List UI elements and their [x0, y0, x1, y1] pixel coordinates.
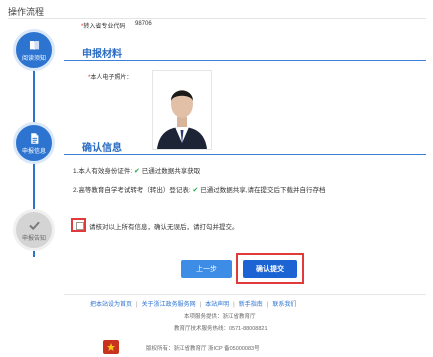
- photo-label: *本人电子照片：: [88, 72, 132, 81]
- transfer-major-code-label-text: 转入省专业代码: [83, 24, 126, 30]
- footer-service-provider: 本项服务提供：浙江省教育厅: [184, 314, 256, 320]
- confirm-id-status: 已通过数据共享获取: [141, 168, 201, 175]
- confirm-id-label: 1.本人有效身份证件:: [73, 168, 133, 175]
- confirm-transfer-form-status: 已通过数据共享,请在提交后下载并自行存档: [200, 187, 326, 194]
- footer-divider: [64, 294, 426, 295]
- footer-hotline: 教育厅技术服务热线：0571-88008821: [174, 326, 268, 332]
- person-portrait-icon: [153, 71, 211, 149]
- transfer-major-code-value: 98706: [135, 21, 152, 27]
- step-circle: 申报信息: [13, 122, 55, 164]
- book-icon: [29, 40, 39, 50]
- footer-link-statement[interactable]: 本站声明: [205, 302, 229, 308]
- transfer-major-code-label: *转入省专业代码: [81, 21, 125, 30]
- document-icon: [30, 132, 38, 144]
- agree-text: 请核对以上所有信息，确认无误后，请打勾并提交。: [89, 224, 239, 231]
- top-divider: [8, 18, 426, 19]
- step-circle: 阅读须知: [13, 29, 55, 71]
- step-application-info[interactable]: 申报信息: [12, 122, 56, 164]
- step-application-notice[interactable]: 申报告知: [12, 209, 56, 251]
- step-label: 申报告知: [21, 235, 46, 242]
- separator: |: [266, 302, 269, 308]
- step-circle: 申报告知: [13, 209, 55, 251]
- step-label: 申报信息: [21, 148, 46, 155]
- footer-link-contact[interactable]: 联系我们: [272, 302, 296, 308]
- photo-label-text: 本人电子照片：: [90, 75, 133, 81]
- confirm-submit-button[interactable]: 确认提交: [243, 260, 297, 278]
- check-circle-icon: ✔: [192, 187, 199, 194]
- footer-links: 把本站设为首页 | 关于浙江政务服务网 | 本站声明 | 新手指南 | 联系我们: [90, 299, 296, 308]
- section-title-materials: 申报材料: [82, 49, 122, 60]
- section-title-confirm: 确认信息: [82, 143, 122, 154]
- footer-link-about[interactable]: 关于浙江政务服务网: [142, 302, 196, 308]
- footer-link-set-homepage[interactable]: 把本站设为首页: [90, 302, 132, 308]
- separator: |: [136, 302, 138, 308]
- previous-step-button[interactable]: 上一步: [181, 260, 232, 278]
- check-circle-icon: ✔: [134, 168, 140, 175]
- checkmark-icon: [28, 221, 40, 230]
- id-photo: [152, 70, 212, 150]
- process-title: 操作流程: [8, 7, 45, 17]
- footer-link-guide[interactable]: 新手指南: [239, 302, 263, 308]
- confirm-transfer-form-label: 2.高等教育自学考试转考（转出）登记表:: [73, 187, 191, 194]
- emblem-icon: [103, 340, 119, 354]
- step-read-notice[interactable]: 阅读须知: [12, 29, 56, 71]
- agree-checkbox[interactable]: [76, 222, 84, 230]
- confirm-id-line: 1.本人有效身份证件: ✔ 已通过数据共享获取: [73, 165, 200, 175]
- section-divider: [64, 154, 426, 155]
- confirm-transfer-form-line: 2.高等教育自学考试转考（转出）登记表: ✔ 已通过数据共享,请在提交后下载并自…: [73, 184, 326, 194]
- section-divider: [64, 60, 426, 61]
- footer-copyright: 版权所有：浙江省教育厅 浙ICP 备05000083号: [146, 346, 260, 352]
- step-label: 阅读须知: [21, 55, 46, 62]
- separator: |: [199, 302, 202, 308]
- separator: |: [233, 302, 235, 308]
